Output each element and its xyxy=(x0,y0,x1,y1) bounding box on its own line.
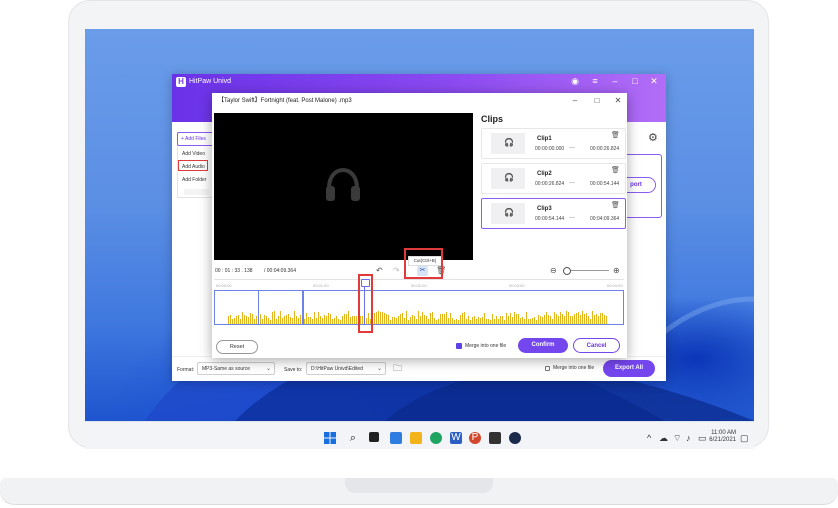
total-time: / 00:04:09.364 xyxy=(264,268,296,274)
clip-thumbnail: 🎧 xyxy=(491,168,525,189)
dialog-minimize-icon[interactable]: – xyxy=(570,96,580,106)
powerpoint-icon[interactable]: P xyxy=(469,432,481,444)
merge-label: Merge into one file xyxy=(465,343,507,349)
cloud-icon[interactable]: ☁ xyxy=(659,433,668,443)
export-all-button[interactable]: Export All xyxy=(603,360,655,377)
clip-start-time: 00:00:54.144 xyxy=(535,216,565,222)
format-label: Format: xyxy=(177,367,195,373)
clip-start-time: 00:00:00.000 xyxy=(535,146,565,152)
tray-chevron-icon[interactable]: ^ xyxy=(647,433,651,443)
clip-item-selected[interactable]: 🎧 Clip3 00:00:54.144 — 00:04:09.364 🗑 xyxy=(481,198,626,229)
confirm-button[interactable]: Confirm xyxy=(518,338,568,353)
clip-thumbnail: 🎧 xyxy=(491,203,525,224)
task-view-icon[interactable] xyxy=(369,432,379,442)
laptop-notch xyxy=(345,478,493,493)
clock-date: 6/21/2021 xyxy=(709,437,736,443)
maximize-icon[interactable]: □ xyxy=(630,76,640,86)
clip-dash: — xyxy=(569,180,575,186)
store-icon[interactable] xyxy=(489,432,501,444)
current-time[interactable]: 00 : 01 : 33 . 138 xyxy=(215,268,253,275)
minimize-icon[interactable]: – xyxy=(610,76,620,86)
clip-end-time: 00:00:26.824 xyxy=(590,146,620,152)
zoom-slider-handle[interactable] xyxy=(563,267,571,275)
clip-end-time: 00:00:54.144 xyxy=(590,181,620,187)
chevron-down-icon: ⌄ xyxy=(376,366,382,372)
start-icon[interactable] xyxy=(324,432,336,444)
clock-time: 11:00 AM xyxy=(711,430,736,436)
ruler-label: 00:00:00 xyxy=(216,283,232,288)
undo-icon[interactable]: ↶ xyxy=(376,266,383,276)
chevron-down-icon: ⌄ xyxy=(265,366,271,372)
clip-thumbnail: 🎧 xyxy=(491,133,525,154)
add-folder-item[interactable]: Add Folder xyxy=(182,176,206,184)
clip-dash: — xyxy=(569,145,575,151)
cut-highlight xyxy=(404,248,443,279)
search-icon[interactable]: ⌕ xyxy=(347,432,359,444)
reset-button[interactable]: Reset xyxy=(216,340,258,354)
trash-icon[interactable]: 🗑 xyxy=(611,132,620,140)
clip-segment[interactable] xyxy=(258,290,303,325)
clip-segment-selected[interactable] xyxy=(303,290,624,325)
app-logo-icon: H xyxy=(176,77,186,87)
settings-icon[interactable]: ⚙ xyxy=(648,132,658,144)
clip-dash: — xyxy=(569,215,575,221)
steam-icon[interactable] xyxy=(509,432,521,444)
save-to-label: Save to: xyxy=(284,367,303,373)
app-title: HitPaw Univd xyxy=(189,78,232,85)
dialog-title: 【Taylor Swift】Fortnight (feat. Post Malo… xyxy=(218,98,352,104)
dialog-maximize-icon[interactable]: □ xyxy=(592,96,602,106)
clip-start-time: 00:00:26.824 xyxy=(535,181,565,187)
account-icon[interactable]: ◉ xyxy=(570,76,580,86)
clock[interactable]: 11:00 AM 6/21/2021 xyxy=(706,430,736,444)
clip-name: Clip3 xyxy=(537,206,552,212)
trash-icon[interactable]: 🗑 xyxy=(611,202,620,210)
ruler-label: 00:04:00 xyxy=(607,283,623,288)
format-select[interactable]: MP3-Same as source ⌄ xyxy=(197,362,275,375)
redo-icon[interactable]: ↷ xyxy=(393,266,400,276)
zoom-out-icon[interactable]: ⊖ xyxy=(550,266,557,276)
clips-heading: Clips xyxy=(481,114,504,124)
playhead-highlight xyxy=(358,274,373,333)
wifi-icon[interactable]: ⌔ xyxy=(673,433,681,443)
zoom-in-icon[interactable]: ⊕ xyxy=(613,266,620,276)
clip-end-time: 00:04:09.364 xyxy=(590,216,620,222)
merge-checkbox[interactable] xyxy=(456,343,462,349)
ruler-label: 00:03:00 xyxy=(509,283,525,288)
ruler-label: 00:01:00 xyxy=(313,283,329,288)
clip-segment[interactable] xyxy=(214,290,259,325)
format-value: MP3-Same as source xyxy=(202,366,251,372)
volume-icon[interactable]: ♪ xyxy=(686,433,691,443)
widgets-icon[interactable] xyxy=(390,432,402,444)
ruler-label: 00:02:00 xyxy=(411,283,427,288)
file-explorer-icon[interactable] xyxy=(410,432,422,444)
save-to-select[interactable]: D:\HitPaw Univd\Edited ⌄ xyxy=(306,362,386,375)
trash-icon[interactable]: 🗑 xyxy=(611,167,620,175)
headphones-icon: 🎧 xyxy=(504,173,514,182)
merge-all-checkbox[interactable] xyxy=(545,366,550,371)
menu-placeholder xyxy=(184,189,209,195)
word-icon[interactable]: W xyxy=(450,432,462,444)
app-footer: Format: MP3-Same as source ⌄ Save to: D:… xyxy=(172,356,666,381)
media-preview[interactable] xyxy=(214,113,473,260)
headphones-icon xyxy=(326,168,360,201)
folder-icon[interactable]: 🗀 xyxy=(393,363,402,373)
add-video-item[interactable]: Add Video xyxy=(182,150,205,158)
headphones-icon: 🎧 xyxy=(504,208,514,217)
headphones-icon: 🎧 xyxy=(504,138,514,147)
add-files-button[interactable]: + Add Files xyxy=(177,132,217,146)
cancel-button[interactable]: Cancel xyxy=(573,338,620,353)
notifications-icon[interactable]: ▢ xyxy=(740,433,749,443)
merge-all-label: Merge into one file xyxy=(553,365,595,371)
clip-item[interactable]: 🎧 Clip2 00:00:26.824 — 00:00:54.144 🗑 xyxy=(481,163,626,194)
save-to-value: D:\HitPaw Univd\Edited xyxy=(311,366,363,372)
audio-cut-dialog: 【Taylor Swift】Fortnight (feat. Post Malo… xyxy=(212,93,627,358)
clip-name: Clip2 xyxy=(537,171,552,177)
close-icon[interactable]: ✕ xyxy=(649,76,659,86)
clip-name: Clip1 xyxy=(537,136,552,142)
clip-item[interactable]: 🎧 Clip1 00:00:00.000 — 00:00:26.824 🗑 xyxy=(481,128,626,159)
dialog-close-icon[interactable]: ✕ xyxy=(613,96,623,106)
add-audio-highlight xyxy=(178,160,208,171)
menu-icon[interactable]: ≡ xyxy=(590,76,600,86)
edge-icon[interactable] xyxy=(430,432,442,444)
